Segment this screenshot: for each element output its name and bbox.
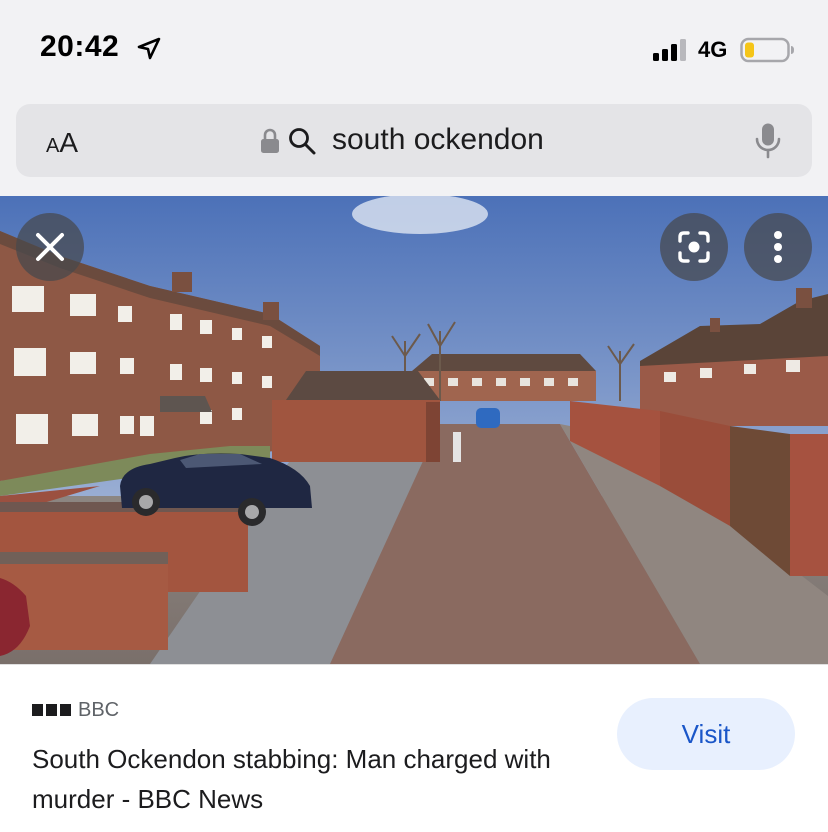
text-size-label-large: A <box>59 127 79 158</box>
bbc-logo-icon <box>32 704 71 716</box>
visit-button[interactable]: Visit <box>617 698 795 770</box>
close-button[interactable] <box>16 213 84 281</box>
image-viewer[interactable] <box>0 196 828 664</box>
more-vertical-icon <box>774 231 782 263</box>
result-card[interactable]: BBC South Ockendon stabbing: Man charged… <box>0 664 828 832</box>
status-bar: 20:42 4G <box>0 0 828 100</box>
search-query[interactable]: south ockendon <box>332 121 544 159</box>
source-name: BBC <box>78 699 120 721</box>
close-icon <box>36 233 64 261</box>
status-time: 20:42 <box>40 30 120 63</box>
text-size-label-small: A <box>46 135 60 157</box>
location-arrow-icon <box>137 37 161 60</box>
text-size-button[interactable]: AA <box>46 126 78 163</box>
browser-chrome: 20:42 4G AA south ockendon <box>0 0 828 196</box>
search-icon <box>289 128 316 155</box>
more-options-button[interactable] <box>744 213 812 281</box>
lens-button[interactable] <box>660 213 728 281</box>
network-type: 4G <box>698 37 728 62</box>
result-title[interactable]: South Ockendon stabbing: Man charged wit… <box>32 739 592 819</box>
battery-icon <box>740 37 794 63</box>
address-bar[interactable]: AA south ockendon <box>16 104 812 177</box>
lens-icon <box>678 231 710 263</box>
microphone-icon[interactable] <box>754 122 782 160</box>
lock-icon <box>261 128 279 153</box>
signal-icon <box>653 39 686 61</box>
